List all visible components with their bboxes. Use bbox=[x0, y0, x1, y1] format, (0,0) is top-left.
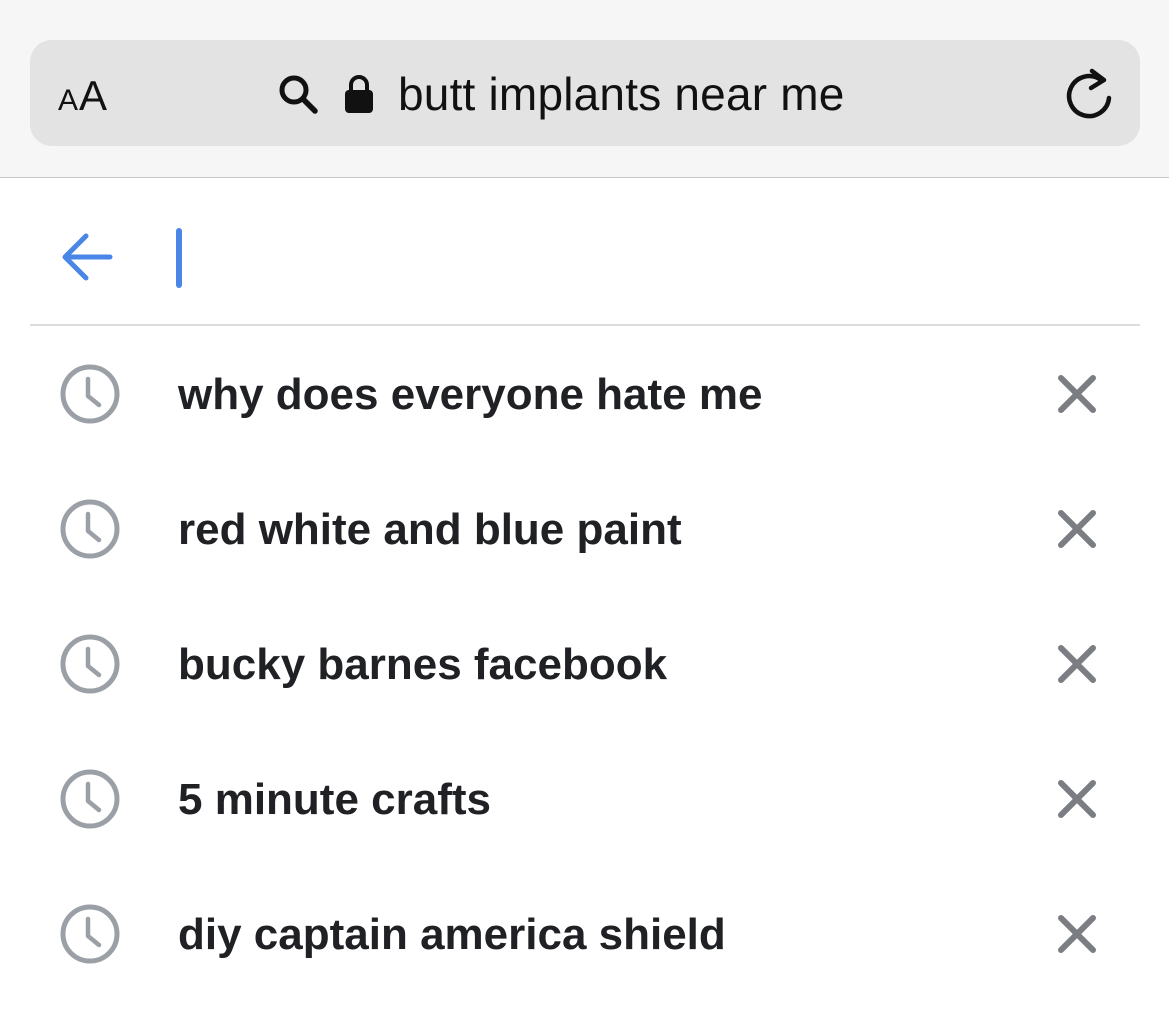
close-icon bbox=[1050, 502, 1104, 556]
clock-icon bbox=[58, 362, 122, 426]
text-size-button[interactable]: A A bbox=[58, 72, 108, 119]
remove-suggestion-button[interactable] bbox=[1050, 772, 1104, 826]
remove-suggestion-button[interactable] bbox=[1050, 907, 1104, 961]
clock-icon bbox=[58, 632, 122, 696]
arrow-left-icon bbox=[58, 228, 116, 286]
close-icon bbox=[1050, 367, 1104, 421]
reload-button[interactable] bbox=[1062, 66, 1116, 122]
suggestion-text: why does everyone hate me bbox=[178, 370, 763, 419]
browser-toolbar: A A butt implants near me bbox=[0, 0, 1169, 178]
back-button[interactable] bbox=[58, 228, 116, 286]
text-size-small-a: A bbox=[58, 84, 79, 117]
search-history-list: why does everyone hate me red white and … bbox=[0, 327, 1169, 1002]
close-icon bbox=[1050, 772, 1104, 826]
remove-suggestion-button[interactable] bbox=[1050, 367, 1104, 421]
suggestion-text: 5 minute crafts bbox=[178, 775, 491, 824]
suggestion-text: bucky barnes facebook bbox=[178, 640, 668, 689]
search-icon bbox=[278, 74, 344, 114]
url-display[interactable]: butt implants near me bbox=[278, 58, 845, 130]
close-icon bbox=[1050, 907, 1104, 961]
close-icon bbox=[1050, 637, 1104, 691]
search-input[interactable] bbox=[160, 222, 1120, 294]
text-size-large-a: A bbox=[79, 72, 108, 119]
list-item[interactable]: bucky barnes facebook bbox=[0, 597, 1169, 732]
list-item[interactable]: why does everyone hate me bbox=[0, 327, 1169, 462]
lock-icon bbox=[344, 74, 398, 114]
text-caret bbox=[176, 228, 182, 288]
url-text: butt implants near me bbox=[398, 68, 845, 120]
remove-suggestion-button[interactable] bbox=[1050, 637, 1104, 691]
list-item[interactable]: red white and blue paint bbox=[0, 462, 1169, 597]
remove-suggestion-button[interactable] bbox=[1050, 502, 1104, 556]
divider bbox=[30, 324, 1140, 326]
suggestion-text: diy captain america shield bbox=[178, 910, 726, 959]
suggestion-text: red white and blue paint bbox=[178, 505, 682, 554]
clock-icon bbox=[58, 497, 122, 561]
list-item[interactable]: 5 minute crafts bbox=[0, 732, 1169, 867]
clock-icon bbox=[58, 767, 122, 831]
clock-icon bbox=[58, 902, 122, 966]
reload-icon bbox=[1062, 66, 1116, 122]
list-item[interactable]: diy captain america shield bbox=[0, 867, 1169, 1002]
